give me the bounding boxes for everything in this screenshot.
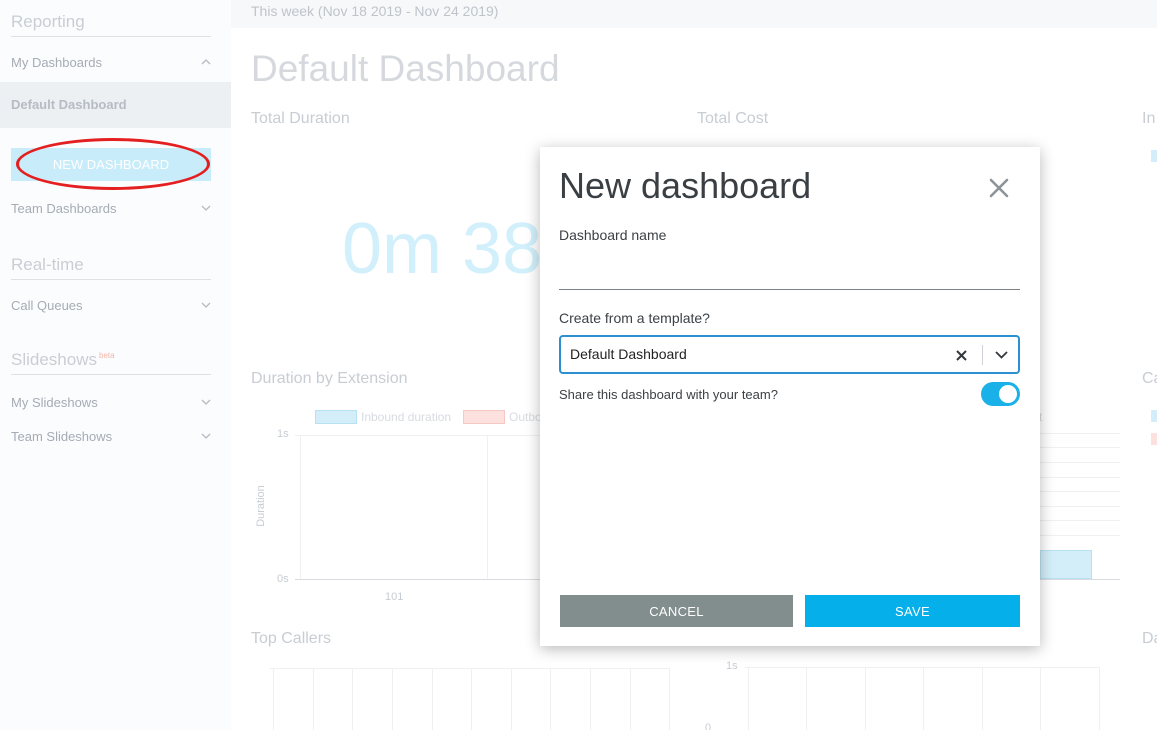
panel-title-top-callers: Top Callers: [251, 630, 332, 647]
sidebar-item-label: Default Dashboard: [11, 97, 127, 112]
panel-title-duration-by-extension: Duration by Extension: [251, 370, 408, 387]
legend-outbound-label: Outbo: [509, 410, 542, 424]
y-tick-bottom: 0: [705, 722, 712, 730]
panel-title-total-cost: Total Cost: [697, 110, 769, 127]
page-title: Default Dashboard: [251, 48, 560, 89]
sidebar-item-team-dashboards[interactable]: Team Dashboards: [11, 201, 211, 216]
sidebar: Reporting My Dashboards Default Dashboar…: [0, 0, 231, 730]
legend-inbound-swatch: [315, 410, 357, 424]
grid-line: [1040, 433, 1120, 434]
grid-line: [471, 668, 472, 730]
chevron-down-icon: [201, 298, 211, 312]
save-button[interactable]: SAVE: [805, 595, 1020, 627]
grid-line: [1040, 535, 1120, 536]
sidebar-item-label: My Dashboards: [11, 55, 103, 70]
y-tick-bottom: 0s: [277, 573, 289, 585]
panel-title-total-duration: Total Duration: [251, 110, 350, 127]
template-label: Create from a template?: [559, 310, 710, 326]
panel-title-cut: Da: [1142, 630, 1157, 647]
grid-line: [923, 667, 924, 730]
select-separator: [982, 345, 983, 365]
grid-line: [432, 668, 433, 730]
legend-inbound-label: Inbound duration: [361, 410, 452, 424]
new-dashboard-dialog: New dashboard Dashboard name Create from…: [540, 147, 1040, 646]
grid-line: [295, 435, 540, 436]
sidebar-heading-realtime: Real-time: [11, 255, 211, 280]
dialog-title: New dashboard: [559, 165, 812, 206]
sidebar-item-label: Call Queues: [11, 298, 83, 313]
legend-outbound-swatch: [463, 410, 505, 424]
grid-line: [1040, 520, 1120, 521]
grid-line: [1099, 667, 1100, 730]
beta-badge: beta: [99, 351, 115, 361]
sidebar-heading-label: Slideshows: [11, 350, 97, 369]
sidebar-item-label: My Slideshows: [11, 395, 98, 410]
y-axis-title: Duration: [254, 485, 267, 527]
grid-line: [392, 668, 393, 730]
chevron-down-icon: [201, 395, 211, 409]
grid-line: [1040, 462, 1120, 463]
grid-line: [1040, 447, 1120, 448]
close-icon[interactable]: [986, 175, 1012, 201]
y-tick-top: 1s: [277, 428, 289, 440]
template-select[interactable]: Default Dashboard: [559, 335, 1020, 374]
legend-swatch: [1151, 433, 1157, 445]
grid-line: [865, 667, 866, 730]
panel-title-cut: Ca: [1142, 370, 1157, 387]
sidebar-item-label: Team Dashboards: [11, 201, 117, 216]
y-tick-top: 1s: [726, 660, 738, 672]
sidebar-item-team-slideshows[interactable]: Team Slideshows: [11, 429, 211, 444]
panel-title-cut: In: [1142, 110, 1156, 127]
grid-line: [982, 667, 983, 730]
grid-line: [1040, 667, 1041, 730]
grid-line: [590, 668, 591, 730]
grid-line: [270, 668, 670, 669]
legend-swatch: [1151, 150, 1157, 162]
date-range-bar: This week (Nov 18 2019 - Nov 24 2019): [231, 0, 1157, 28]
grid-line: [313, 668, 314, 730]
grid-line: [487, 435, 488, 580]
grid-line: [511, 668, 512, 730]
grid-line: [550, 668, 551, 730]
legend-swatch: [1151, 410, 1157, 422]
grid-line: [630, 668, 631, 730]
x-axis-line: [295, 579, 540, 580]
new-dashboard-button[interactable]: NEW DASHBOARD: [11, 148, 211, 181]
toggle-knob: [999, 385, 1017, 403]
sidebar-item-default-dashboard[interactable]: Default Dashboard: [0, 82, 231, 128]
x-tick: 101: [385, 591, 404, 603]
grid-line: [1040, 491, 1120, 492]
chevron-down-icon[interactable]: [991, 346, 1011, 364]
grid-line: [352, 668, 353, 730]
chevron-down-icon: [201, 201, 211, 215]
grid-line: [748, 667, 749, 730]
sidebar-item-call-queues[interactable]: Call Queues: [11, 298, 211, 313]
template-selected-value: Default Dashboard: [570, 346, 687, 362]
chart-bar: [1040, 550, 1092, 579]
clear-icon[interactable]: [953, 346, 969, 364]
cancel-button[interactable]: CANCEL: [560, 595, 793, 627]
chevron-down-icon: [201, 429, 211, 443]
grid-line: [1040, 477, 1120, 478]
sidebar-item-my-dashboards[interactable]: My Dashboards: [11, 55, 211, 70]
date-range-label: This week (Nov 18 2019 - Nov 24 2019): [251, 3, 499, 19]
dashboard-name-label: Dashboard name: [559, 227, 667, 243]
grid-line: [669, 668, 670, 730]
x-axis-line: [1040, 579, 1120, 580]
sidebar-heading-slideshows: Slideshows beta: [11, 350, 211, 375]
grid-line: [806, 667, 807, 730]
dashboard-name-input[interactable]: [559, 258, 1020, 290]
sidebar-item-my-slideshows[interactable]: My Slideshows: [11, 395, 211, 410]
grid-line: [300, 435, 301, 580]
sidebar-heading-reporting: Reporting: [11, 12, 211, 37]
sidebar-item-label: Team Slideshows: [11, 429, 113, 444]
share-label: Share this dashboard with your team?: [559, 387, 778, 402]
chevron-up-icon: [201, 55, 211, 69]
total-duration-value: 0m 38: [342, 209, 542, 289]
grid-line: [273, 668, 274, 730]
grid-line: [1040, 506, 1120, 507]
share-toggle[interactable]: [981, 382, 1020, 406]
